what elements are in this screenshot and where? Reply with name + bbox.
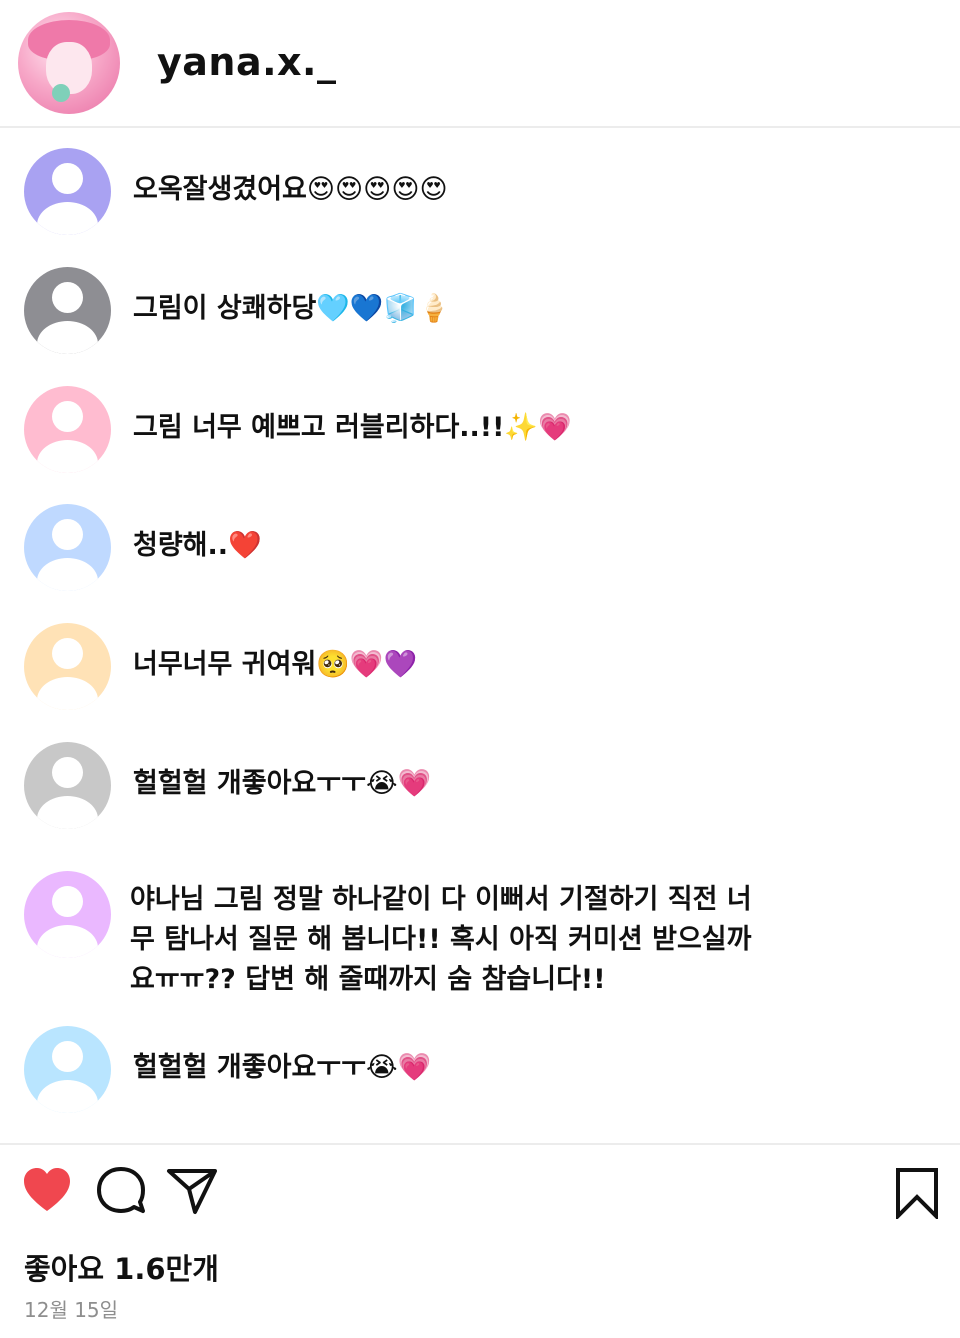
heart-icon[interactable] [22, 1167, 72, 1213]
avatar-body [37, 202, 98, 235]
comment-text: 그림이 상쾌하당🩵💙🧊🍦 [133, 293, 451, 324]
avatar-body [37, 925, 98, 958]
avatar-head [52, 401, 83, 432]
post-header: yana.x._ [0, 0, 960, 128]
avatar-head [52, 163, 83, 194]
avatar-head [52, 1041, 83, 1072]
avatar-body [37, 440, 98, 473]
post-author-avatar[interactable] [18, 12, 120, 114]
comment-text: 헐헐헐 개좋아요ㅜㅜ😭💗 [133, 768, 432, 799]
like-count[interactable]: 좋아요 1.6만개 [24, 1246, 219, 1288]
comment-text: 헐헐헐 개좋아요ㅜㅜ😭💗 [133, 1052, 432, 1083]
comment-text: 오옥잘생겼어요😍😍😍😍😍 [133, 174, 448, 205]
comment-avatar[interactable] [24, 623, 111, 710]
comment-text: 청량해..❤️ [133, 530, 262, 561]
bookmark-icon[interactable] [894, 1167, 940, 1219]
avatar-body [37, 677, 98, 710]
avatar-head [52, 519, 83, 550]
avatar-head [52, 886, 83, 917]
comment-avatar[interactable] [24, 1026, 111, 1113]
comment-text: 너무너무 귀여워🥺💗💜 [133, 649, 418, 680]
avatar-head [52, 638, 83, 669]
comment-icon[interactable] [96, 1166, 146, 1216]
comment-avatar[interactable] [24, 267, 111, 354]
post-date: 12월 15일 [24, 1298, 119, 1322]
avatar-face [46, 42, 92, 94]
avatar-body [37, 1080, 98, 1113]
comment-avatar[interactable] [24, 871, 111, 958]
comment-avatar[interactable] [24, 742, 111, 829]
avatar-body [37, 321, 98, 354]
avatar-body [37, 558, 98, 591]
comment-avatar[interactable] [24, 148, 111, 235]
comment-avatar[interactable] [24, 504, 111, 591]
actions-divider [0, 1143, 960, 1145]
comment-text: 그림 너무 예쁘고 러블리하다..!!✨💗 [133, 412, 572, 443]
avatar-head [52, 757, 83, 788]
avatar-flower [52, 84, 70, 102]
avatar-head [52, 282, 83, 313]
share-icon[interactable] [166, 1167, 218, 1215]
comment-text: 야나님 그림 정말 하나같이 다 이뻐서 기절하기 직전 너무 탐나서 질문 해… [130, 884, 752, 995]
avatar-body [37, 796, 98, 829]
post-author-username[interactable]: yana.x._ [157, 40, 337, 84]
comment-avatar[interactable] [24, 386, 111, 473]
